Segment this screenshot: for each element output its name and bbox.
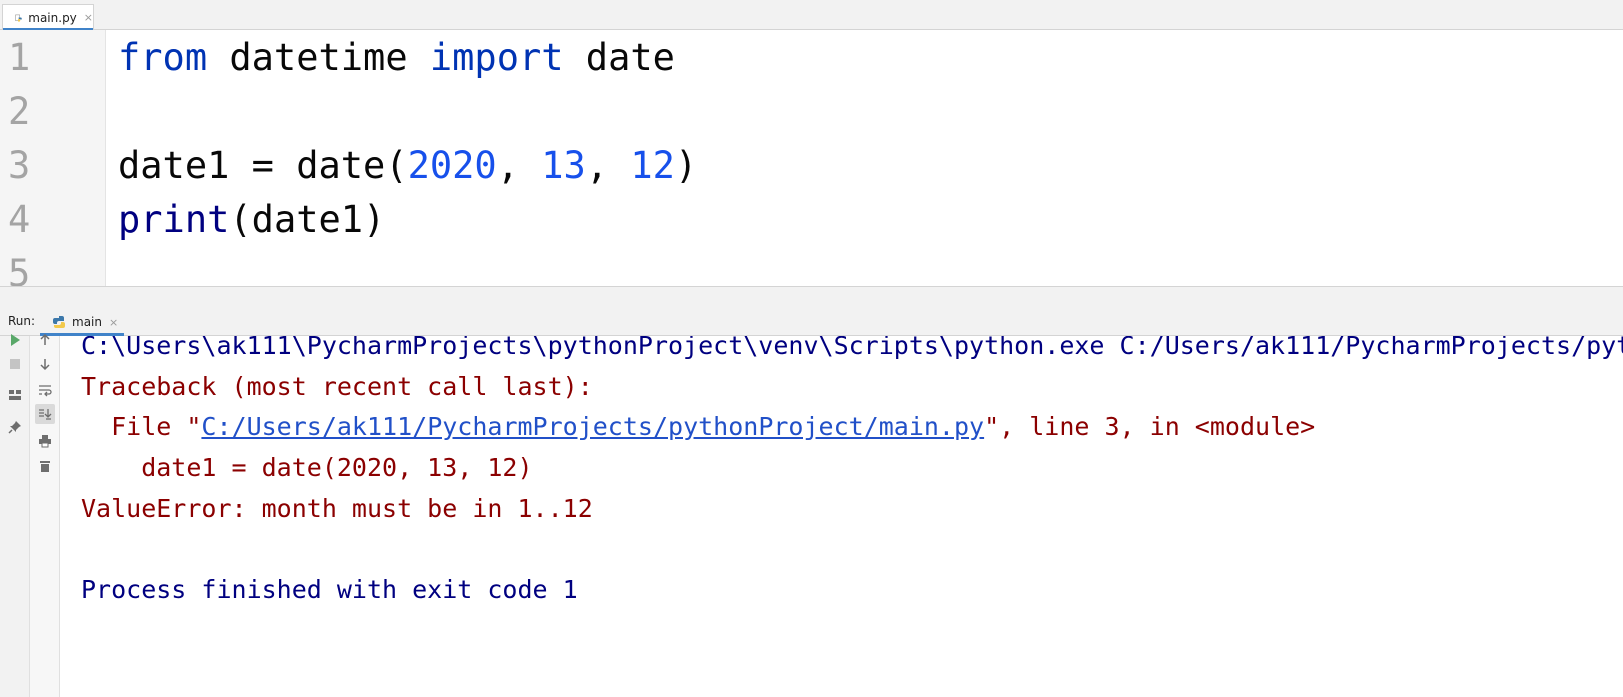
code-text: ): [674, 144, 698, 187]
line-number: 2: [8, 90, 31, 133]
stop-icon: [10, 359, 20, 369]
run-label: Run:: [8, 314, 36, 328]
traceback-file-suffix: ", line 3, in <module>: [984, 412, 1316, 441]
soft-wrap-icon: [39, 385, 52, 397]
number-literal: 12: [630, 144, 675, 187]
run-console-output[interactable]: C:\Users\ak111\PycharmProjects\pythonPro…: [60, 336, 1623, 697]
traceback-file-prefix: File ": [81, 412, 202, 441]
number-literal: 2020: [407, 144, 497, 187]
tab-main-py[interactable]: main.py ×: [2, 4, 94, 31]
code-text: date1 = date(: [118, 144, 408, 187]
python-icon: [53, 316, 65, 328]
code-text: (date1): [229, 198, 386, 241]
scroll-to-end-button[interactable]: [35, 404, 55, 424]
code-line-3[interactable]: date1 = date(2020, 13, 12): [118, 138, 697, 194]
traceback-file-link[interactable]: C:/Users/ak111/PycharmProjects/pythonPro…: [201, 412, 984, 441]
number-literal: 13: [541, 144, 586, 187]
run-toolbar-secondary: [30, 333, 60, 697]
line-number: 1: [8, 36, 31, 79]
soft-wrap-button[interactable]: [35, 380, 55, 400]
run-tab-label: main: [72, 315, 102, 329]
scroll-to-end-icon: [39, 409, 52, 420]
console-command-line: C:\Users\ak111\PycharmProjects\pythonPro…: [81, 336, 1623, 360]
python-file-icon: [15, 14, 22, 22]
editor-tab-bar: main.py ×: [0, 0, 1623, 31]
keyword-import: import: [429, 36, 564, 79]
keyword-from: from: [118, 36, 208, 79]
print-icon: [39, 435, 51, 448]
scroll-up-button[interactable]: [35, 330, 55, 350]
console-process-finished: Process finished with exit code 1: [81, 575, 578, 604]
clear-all-button[interactable]: [35, 456, 55, 476]
stop-button[interactable]: [5, 354, 25, 374]
console-traceback-code-line: date1 = date(2020, 13, 12): [81, 453, 533, 482]
close-icon[interactable]: ×: [109, 316, 118, 329]
line-number: 3: [8, 144, 31, 187]
run-tool-window-header: Run: main ×: [0, 308, 1623, 336]
layout-icon: [9, 390, 21, 400]
pin-icon: [8, 421, 21, 434]
arrow-up-icon: [40, 333, 50, 345]
code-text: date: [563, 36, 675, 79]
code-text: ,: [585, 144, 631, 187]
line-number-gutter: 1 2 3 4 5: [0, 30, 106, 286]
line-number: 4: [8, 198, 31, 241]
trash-icon: [40, 461, 50, 472]
line-number: 5: [8, 252, 31, 286]
console-traceback-header: Traceback (most recent call last):: [81, 372, 593, 401]
code-text: ,: [496, 144, 542, 187]
rerun-button[interactable]: [5, 330, 25, 350]
console-error-message: ValueError: month must be in 1..12: [81, 494, 593, 523]
scroll-down-button[interactable]: [35, 354, 55, 374]
code-text: datetime: [207, 36, 430, 79]
console-traceback-file-line: File "C:/Users/ak111/PycharmProjects/pyt…: [81, 407, 1315, 447]
arrow-down-icon: [40, 359, 50, 371]
tab-filename: main.py: [28, 10, 77, 25]
pin-tab-button[interactable]: [5, 417, 25, 437]
run-toolbar-primary: [0, 334, 30, 697]
code-line-1[interactable]: from datetime import date: [118, 30, 675, 86]
code-line-4[interactable]: print(date1): [118, 192, 385, 248]
layout-button[interactable]: [5, 385, 25, 405]
play-icon: [11, 334, 20, 346]
print-button[interactable]: [35, 431, 55, 451]
code-editor[interactable]: 1 2 3 4 5 from datetime import date date…: [0, 30, 1623, 286]
panel-splitter[interactable]: [0, 286, 1623, 308]
close-icon[interactable]: ×: [84, 11, 93, 24]
builtin-print: print: [118, 198, 230, 241]
